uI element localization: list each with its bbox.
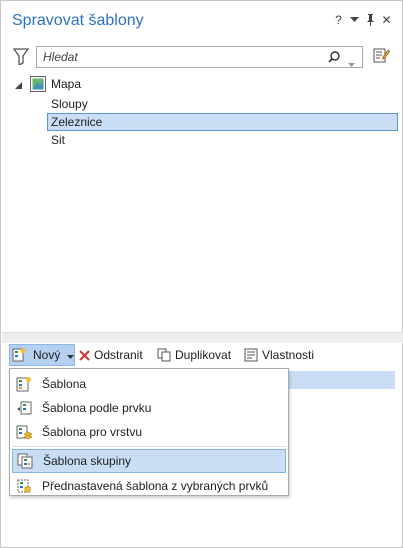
properties-icon xyxy=(244,348,258,362)
tree-item-sloupy[interactable]: Sloupy xyxy=(51,95,88,113)
template-from-feature-icon xyxy=(12,400,36,416)
manage-templates-pane: Spravovat šablony ? ✕ Hledat Mapa Sloupy… xyxy=(0,0,403,548)
chevron-down-icon[interactable] xyxy=(67,348,75,362)
expand-collapse-icon[interactable] xyxy=(15,79,23,93)
new-template-button[interactable]: Nový xyxy=(9,344,75,366)
duplicate-icon xyxy=(157,348,171,362)
search-icon[interactable] xyxy=(328,51,340,66)
pane-title: Spravovat šablony xyxy=(12,12,144,29)
menu-item-label: Šablona podle prvku xyxy=(42,401,152,415)
menu-item-label: Šablona xyxy=(42,377,87,391)
delete-button[interactable]: Odstranit xyxy=(79,344,143,366)
search-options-chevron-icon[interactable] xyxy=(348,56,355,70)
tree-item-mapa[interactable]: Mapa xyxy=(51,75,81,93)
template-settings-icon[interactable] xyxy=(373,47,390,67)
menu-item-label: Přednastavená šablona z vybraných prvků xyxy=(42,479,269,493)
filter-icon[interactable] xyxy=(12,48,30,68)
menu-item-label: Šablona pro vrstvu xyxy=(42,425,143,439)
tree-item-sit[interactable]: Sit xyxy=(51,131,65,149)
menu-item-template-from-feature[interactable]: Šablona podle prvku xyxy=(12,396,286,420)
preset-template-icon xyxy=(12,478,36,494)
help-icon[interactable]: ? xyxy=(333,13,344,27)
templates-toolbar: Nový Odstranit Duplikovat Vlastnosti xyxy=(1,344,402,368)
template-icon xyxy=(12,376,36,392)
menu-item-template-for-layer[interactable]: Šablona pro vrstvu xyxy=(12,420,286,444)
new-template-label: Nový xyxy=(33,348,61,362)
delete-icon xyxy=(79,349,90,361)
dropdown-icon[interactable] xyxy=(349,13,360,26)
delete-label: Odstranit xyxy=(94,348,143,362)
close-icon[interactable]: ✕ xyxy=(381,13,392,27)
duplicate-label: Duplikovat xyxy=(175,348,232,362)
duplicate-button[interactable]: Duplikovat xyxy=(157,344,231,366)
pane-splitter[interactable] xyxy=(2,332,403,343)
properties-button[interactable]: Vlastnosti xyxy=(244,344,314,366)
search-input[interactable] xyxy=(43,49,313,65)
menu-item-label: Šablona skupiny xyxy=(43,454,132,468)
map-icon xyxy=(30,76,46,95)
search-box xyxy=(36,46,363,68)
menu-item-template[interactable]: Šablona xyxy=(12,372,286,396)
pane-controls: ? ✕ xyxy=(333,13,392,27)
new-template-icon xyxy=(12,348,26,362)
properties-label: Vlastnosti xyxy=(262,348,315,362)
menu-item-preset-template[interactable]: Přednastavená šablona z vybraných prvků xyxy=(12,474,286,498)
pin-icon[interactable] xyxy=(365,13,376,26)
menu-separator xyxy=(12,446,286,447)
tree-item-zeleznice[interactable]: Zeleznice xyxy=(47,113,398,131)
template-for-layer-icon xyxy=(12,424,36,440)
menu-item-group-template[interactable]: Šablona skupiny xyxy=(12,449,286,473)
new-template-menu: Šablona Šablona podle prvku Šablona pro … xyxy=(9,368,289,496)
group-template-icon xyxy=(13,453,37,469)
